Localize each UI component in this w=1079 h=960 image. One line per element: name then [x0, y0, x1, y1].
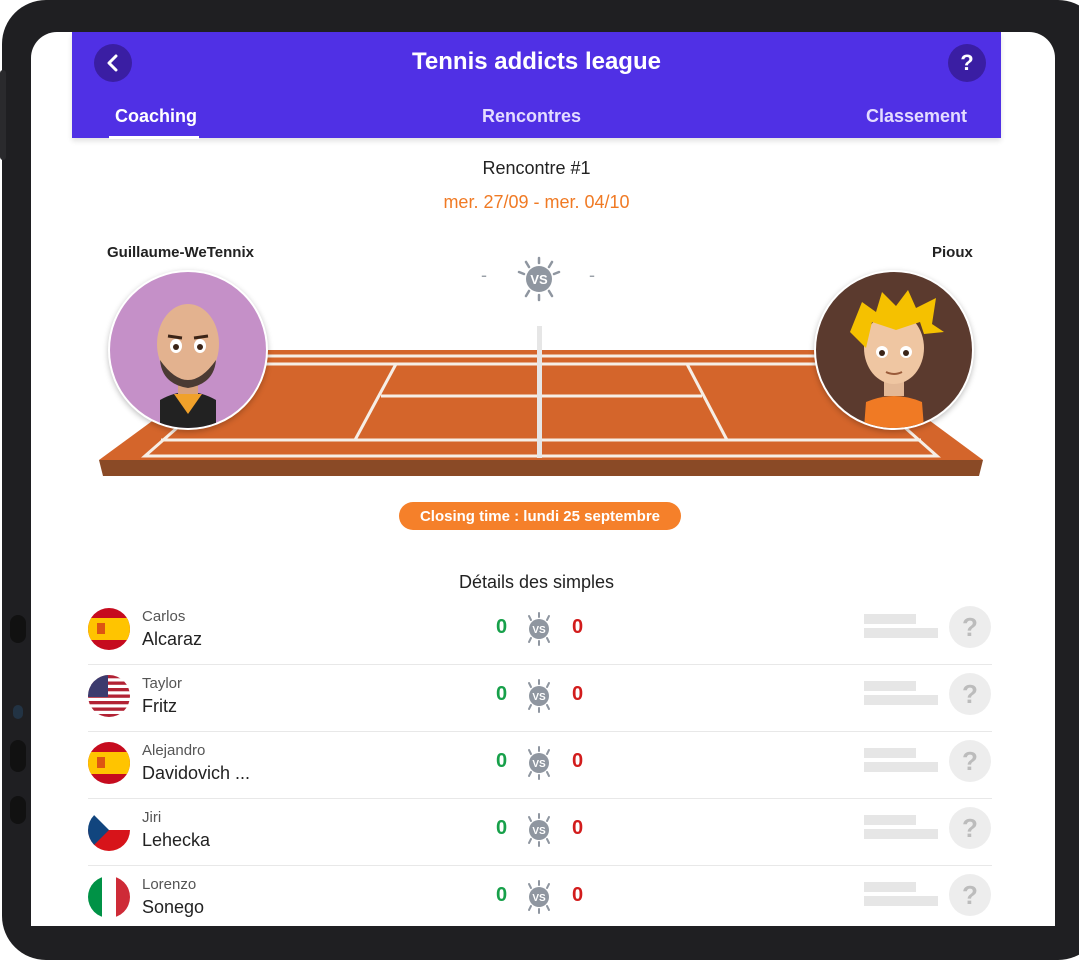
czechia-flag-icon [88, 809, 130, 851]
vs-icon: VS [522, 746, 556, 785]
device-side-button [0, 70, 6, 160]
placeholder-bar [864, 628, 938, 638]
score-left: - [481, 265, 487, 285]
svg-text:VS: VS [532, 893, 546, 904]
player-right-avatar [814, 270, 974, 430]
match-title: Rencontre #1 [482, 158, 591, 178]
app-view: Tennis addicts league ? Coaching Rencont… [72, 32, 1001, 926]
vs-icon: VS [522, 880, 556, 919]
svg-text:VS: VS [532, 826, 546, 837]
list-item[interactable]: Carlos Alcaraz 0 VS 0 ? [88, 598, 992, 665]
score-left: 0 [496, 683, 508, 705]
help-button[interactable]: ? [948, 44, 986, 82]
placeholder-bar [864, 695, 938, 705]
svg-text:VS: VS [532, 759, 546, 770]
usa-flag-icon [88, 675, 130, 717]
tab-classement[interactable]: Classement [866, 106, 967, 127]
score-left: 0 [496, 884, 508, 906]
match-dates: mer. 27/09 - mer. 04/10 [443, 192, 630, 212]
player-last-name: Alcaraz [142, 629, 203, 649]
vs-icon: VS [522, 612, 556, 651]
list-item[interactable]: Alejandro Davidovich ... 0 VS 0 ? [88, 732, 992, 799]
score-right: 0 [572, 683, 584, 705]
player-left-avatar [108, 270, 268, 430]
device-side-button [10, 740, 26, 772]
player-first-name: Carlos [142, 608, 186, 625]
prediction-button[interactable]: ? [949, 606, 991, 648]
player-left-name: Guillaume-WeTennix [107, 244, 254, 261]
help-label: ? [960, 50, 974, 75]
vs-icon: VS [522, 679, 556, 718]
score-right: - [589, 265, 595, 285]
closing-time-badge: Closing time : lundi 25 septembre [399, 502, 681, 530]
page-title: Tennis addicts league [412, 48, 661, 75]
prediction-button[interactable]: ? [949, 807, 991, 849]
score-left: 0 [496, 616, 508, 638]
camera-icon [13, 705, 23, 719]
device-side-button [10, 796, 26, 824]
placeholder-bar [864, 829, 938, 839]
score-left: 0 [496, 817, 508, 839]
prediction-button[interactable]: ? [949, 740, 991, 782]
spain-flag-icon [88, 742, 130, 784]
tab-rencontres[interactable]: Rencontres [482, 106, 581, 127]
prediction-button[interactable]: ? [949, 673, 991, 715]
list-item[interactable]: Lorenzo Sonego 0 VS 0 ? [88, 866, 992, 926]
player-right-name: Pioux [932, 244, 973, 261]
svg-text:VS: VS [532, 692, 546, 703]
placeholder-bar [864, 681, 916, 691]
italy-flag-icon [88, 876, 130, 918]
player-first-name: Alejandro [142, 742, 206, 759]
matches-list: Carlos Alcaraz 0 VS 0 ? Taylor Fritz 0 V… [88, 598, 992, 926]
placeholder-bar [864, 614, 916, 624]
score-left: 0 [496, 750, 508, 772]
svg-text:VS: VS [532, 625, 546, 636]
score-right: 0 [572, 884, 584, 906]
score-right: 0 [572, 750, 584, 772]
spain-flag-icon [88, 608, 130, 650]
vs-icon: VS [516, 256, 562, 307]
player-last-name: Davidovich ... [142, 763, 251, 783]
active-tab-indicator [109, 136, 199, 139]
placeholder-bar [864, 896, 938, 906]
tab-coaching[interactable]: Coaching [115, 106, 197, 127]
placeholder-bar [864, 882, 916, 892]
app-header: Tennis addicts league ? Coaching Rencont… [72, 32, 1001, 139]
list-item[interactable]: Jiri Lehecka 0 VS 0 ? [88, 799, 992, 866]
vs-icon: VS [522, 813, 556, 852]
player-last-name: Fritz [142, 696, 177, 716]
placeholder-bar [864, 748, 916, 758]
device-side-button [10, 615, 26, 643]
placeholder-bar [864, 762, 938, 772]
player-first-name: Taylor [142, 675, 183, 692]
player-last-name: Sonego [142, 897, 205, 917]
list-item[interactable]: Taylor Fritz 0 VS 0 ? [88, 665, 992, 732]
device-screen: Tennis addicts league ? Coaching Rencont… [31, 32, 1055, 926]
placeholder-bar [864, 815, 916, 825]
svg-text:VS: VS [530, 272, 548, 287]
player-last-name: Lehecka [142, 830, 211, 850]
prediction-button[interactable]: ? [949, 874, 991, 916]
score-right: 0 [572, 616, 584, 638]
player-first-name: Lorenzo [142, 876, 197, 893]
score-right: 0 [572, 817, 584, 839]
player-first-name: Jiri [142, 809, 162, 826]
details-title: Détails des simples [458, 572, 615, 592]
